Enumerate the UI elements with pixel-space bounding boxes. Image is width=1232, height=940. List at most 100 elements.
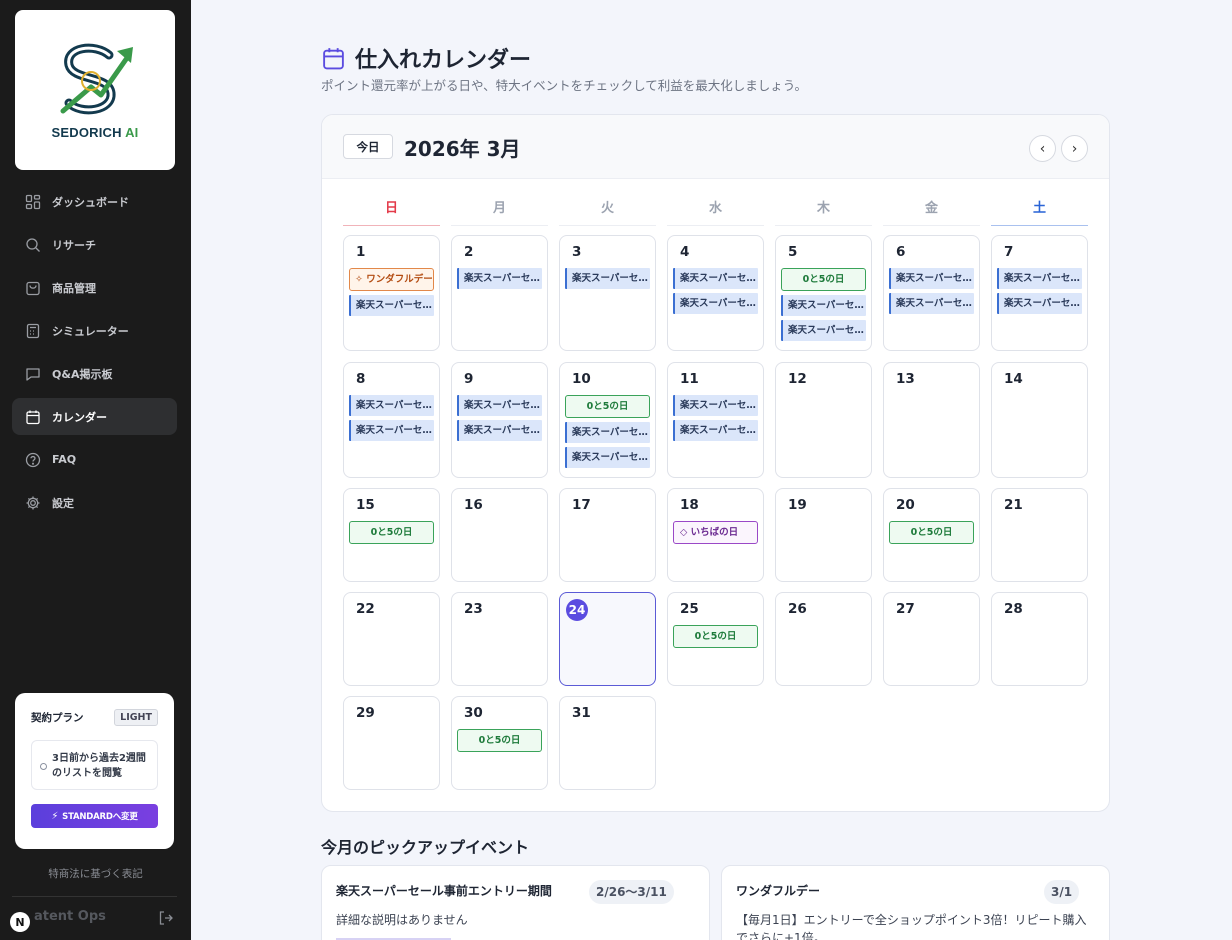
calendar-day[interactable]: 22 [343, 592, 440, 686]
weekday-sun: 日 [343, 199, 440, 226]
event-zero-five[interactable]: 0と5の日 [457, 729, 542, 752]
event-rakuten-sale[interactable]: 楽天スーパーセール事前エントリー期間 [349, 395, 434, 416]
sidebar-item-qa[interactable]: Q&A掲示板 [12, 355, 177, 392]
pickup-card[interactable]: ワンダフルデー 3/1 【毎月1日】エントリーで全ショップポイント3倍！リピート… [721, 865, 1110, 940]
event-rakuten-sale[interactable]: 楽天スーパーセール事前エントリー期間 [997, 268, 1082, 289]
calendar-day[interactable]: 29 [343, 696, 440, 790]
calendar-day[interactable]: 28 [991, 592, 1088, 686]
event-rakuten-sale[interactable]: 楽天スーパーセール事前エントリー期間 [457, 420, 542, 441]
legal-link[interactable]: 特商法に基づく表記 [0, 866, 191, 881]
calendar-day[interactable]: 23 [451, 592, 548, 686]
sidebar-item-label: リサーチ [52, 238, 96, 252]
day-number: 31 [572, 705, 591, 721]
weekday-wed: 水 [667, 199, 764, 226]
event-rakuten-sale[interactable]: 楽天スーパーセール事前エントリー期間 [565, 422, 650, 443]
calendar-day[interactable]: 13 [883, 362, 980, 478]
sidebar-item-research[interactable]: リサーチ [12, 226, 177, 263]
day-number: 11 [680, 371, 699, 387]
event-rakuten-sale[interactable]: 楽天スーパーセール事前エントリー期間 [565, 447, 650, 468]
prev-month-button[interactable]: ‹ [1029, 135, 1056, 162]
calendar-day[interactable]: 6 楽天スーパーセール事前エントリー期間楽天スーパーセール事前エントリー期間 [883, 235, 980, 351]
event-rakuten-sale[interactable]: 楽天スーパーセール事前エントリー期間 [673, 268, 758, 289]
pickup-card[interactable]: 楽天スーパーセール事前エントリー期間 2/26～3/11 詳細な説明はありません [321, 865, 710, 940]
event-rakuten-sale[interactable]: 楽天スーパーセール事前エントリー期間 [673, 395, 758, 416]
weekday-sat: 土 [991, 199, 1088, 226]
calendar-day[interactable]: 3 楽天スーパーセール事前エントリー期間 [559, 235, 656, 351]
sidebar-item-calendar[interactable]: カレンダー [12, 398, 177, 435]
calendar-day[interactable]: 10 0と5の日楽天スーパーセール事前エントリー期間楽天スーパーセール事前エントリ… [559, 362, 656, 478]
pickup-date: 2/26～3/11 [589, 880, 674, 904]
app-logo[interactable]: SEDORICH AI [15, 10, 175, 170]
event-zero-five[interactable]: 0と5の日 [889, 521, 974, 544]
event-rakuten-sale[interactable]: 楽天スーパーセール事前エントリー期間 [673, 293, 758, 314]
calendar-day[interactable]: 2 楽天スーパーセール事前エントリー期間 [451, 235, 548, 351]
pickup-description: 詳細な説明はありません [336, 913, 468, 927]
page-subtitle: ポイント還元率が上がる日や、特大イベントをチェックして利益を最大化しましょう。 [321, 78, 808, 93]
calendar-day[interactable]: 4 楽天スーパーセール事前エントリー期間楽天スーパーセール事前エントリー期間 [667, 235, 764, 351]
calendar-day[interactable]: 26 [775, 592, 872, 686]
sidebar-item-faq[interactable]: FAQ [12, 441, 177, 478]
day-number: 20 [896, 497, 915, 513]
event-zero-five[interactable]: 0と5の日 [565, 395, 650, 418]
plan-description-text: 3日前から過去2週間のリストを閲覧 [52, 753, 146, 779]
event-rakuten-sale[interactable]: 楽天スーパーセール事前エントリー期間 [673, 420, 758, 441]
event-zero-five[interactable]: 0と5の日 [781, 268, 866, 291]
calendar-day[interactable]: 25 0と5の日 [667, 592, 764, 686]
calendar-day[interactable]: 9 楽天スーパーセール事前エントリー期間楽天スーパーセール事前エントリー期間 [451, 362, 548, 478]
calendar-day[interactable]: 12 [775, 362, 872, 478]
calendar-day[interactable]: 24 [559, 592, 656, 686]
day-number: 19 [788, 497, 807, 513]
event-zero-five[interactable]: 0と5の日 [349, 521, 434, 544]
calendar-day[interactable]: 16 [451, 488, 548, 582]
event-rakuten-sale[interactable]: 楽天スーパーセール事前エントリー期間 [457, 268, 542, 289]
calendar-day[interactable]: 8 楽天スーパーセール事前エントリー期間楽天スーパーセール事前エントリー期間 [343, 362, 440, 478]
calendar-day[interactable]: 14 [991, 362, 1088, 478]
weekday-tue: 火 [559, 199, 656, 226]
sidebar-item-products[interactable]: 商品管理 [12, 269, 177, 306]
event-ichiba-day[interactable]: ◇ いちばの日 [673, 521, 758, 544]
next-month-button[interactable]: › [1061, 135, 1088, 162]
event-rakuten-sale[interactable]: 楽天スーパーセール事前エントリー期間 [565, 268, 650, 289]
calendar-day[interactable]: 18 ◇ いちばの日 [667, 488, 764, 582]
calendar-day[interactable]: 20 0と5の日 [883, 488, 980, 582]
calendar-day[interactable]: 21 [991, 488, 1088, 582]
calendar-day[interactable]: 27 [883, 592, 980, 686]
sidebar-item-dashboard[interactable]: ダッシュボード [12, 183, 177, 220]
day-number: 6 [896, 244, 906, 260]
calendar-day[interactable]: 15 0と5の日 [343, 488, 440, 582]
pickup-name: 楽天スーパーセール事前エントリー期間 [336, 884, 552, 898]
event-rakuten-sale[interactable]: 楽天スーパーセール事前エントリー期間 [889, 268, 974, 289]
calendar-day[interactable]: 7 楽天スーパーセール事前エントリー期間楽天スーパーセール事前エントリー期間 [991, 235, 1088, 351]
day-number: 25 [680, 601, 699, 617]
calendar-day[interactable]: 17 [559, 488, 656, 582]
event-rakuten-sale[interactable]: 楽天スーパーセール事前エントリー期間 [997, 293, 1082, 314]
page-title: 仕入れカレンダー [355, 48, 532, 73]
logout-icon[interactable] [158, 910, 174, 926]
pickup-title: 今月のピックアップイベント [321, 838, 530, 857]
event-rakuten-sale[interactable]: 楽天スーパーセール事前エントリー期間 [781, 320, 866, 341]
sidebar-item-simulator[interactable]: シミュレーター [12, 312, 177, 349]
calendar-day[interactable]: 31 [559, 696, 656, 790]
event-zero-five[interactable]: 0と5の日 [673, 625, 758, 648]
event-rakuten-sale[interactable]: 楽天スーパーセール事前エントリー期間 [457, 395, 542, 416]
month-label: 2026年 3月 [404, 137, 521, 161]
event-wonderful-day[interactable]: ✧ ワンダフルデー [349, 268, 434, 291]
event-rakuten-sale[interactable]: 楽天スーパーセール事前エントリー期間 [349, 420, 434, 441]
event-rakuten-sale[interactable]: 楽天スーパーセール事前エントリー期間 [349, 295, 434, 316]
calendar-day[interactable]: 5 0と5の日楽天スーパーセール事前エントリー期間楽天スーパーセール事前エントリー… [775, 235, 872, 351]
calendar-day[interactable]: 30 0と5の日 [451, 696, 548, 790]
calendar-day[interactable]: 1 ✧ ワンダフルデー楽天スーパーセール事前エントリー期間 [343, 235, 440, 351]
avatar[interactable]: N [10, 912, 30, 932]
calendar-day[interactable]: 11 楽天スーパーセール事前エントリー期間楽天スーパーセール事前エントリー期間 [667, 362, 764, 478]
sidebar-item-settings[interactable]: 設定 [12, 484, 177, 521]
event-rakuten-sale[interactable]: 楽天スーパーセール事前エントリー期間 [781, 295, 866, 316]
calendar-day[interactable]: 19 [775, 488, 872, 582]
sidebar-item-label: FAQ [52, 453, 77, 466]
upgrade-button[interactable]: ⚡ STANDARDへ変更 [31, 804, 158, 828]
today-button[interactable]: 今日 [343, 134, 393, 159]
calendar-icon [323, 47, 344, 69]
event-rakuten-sale[interactable]: 楽天スーパーセール事前エントリー期間 [889, 293, 974, 314]
sidebar: SEDORICH AI ダッシュボード リサーチ 商品管理 シミュレーター Q&… [0, 0, 191, 940]
pickup-description: 【毎月1日】エントリーで全ショップポイント3倍！リピート購入でさらに+1倍。 [736, 913, 1087, 940]
day-number: 5 [788, 244, 798, 260]
